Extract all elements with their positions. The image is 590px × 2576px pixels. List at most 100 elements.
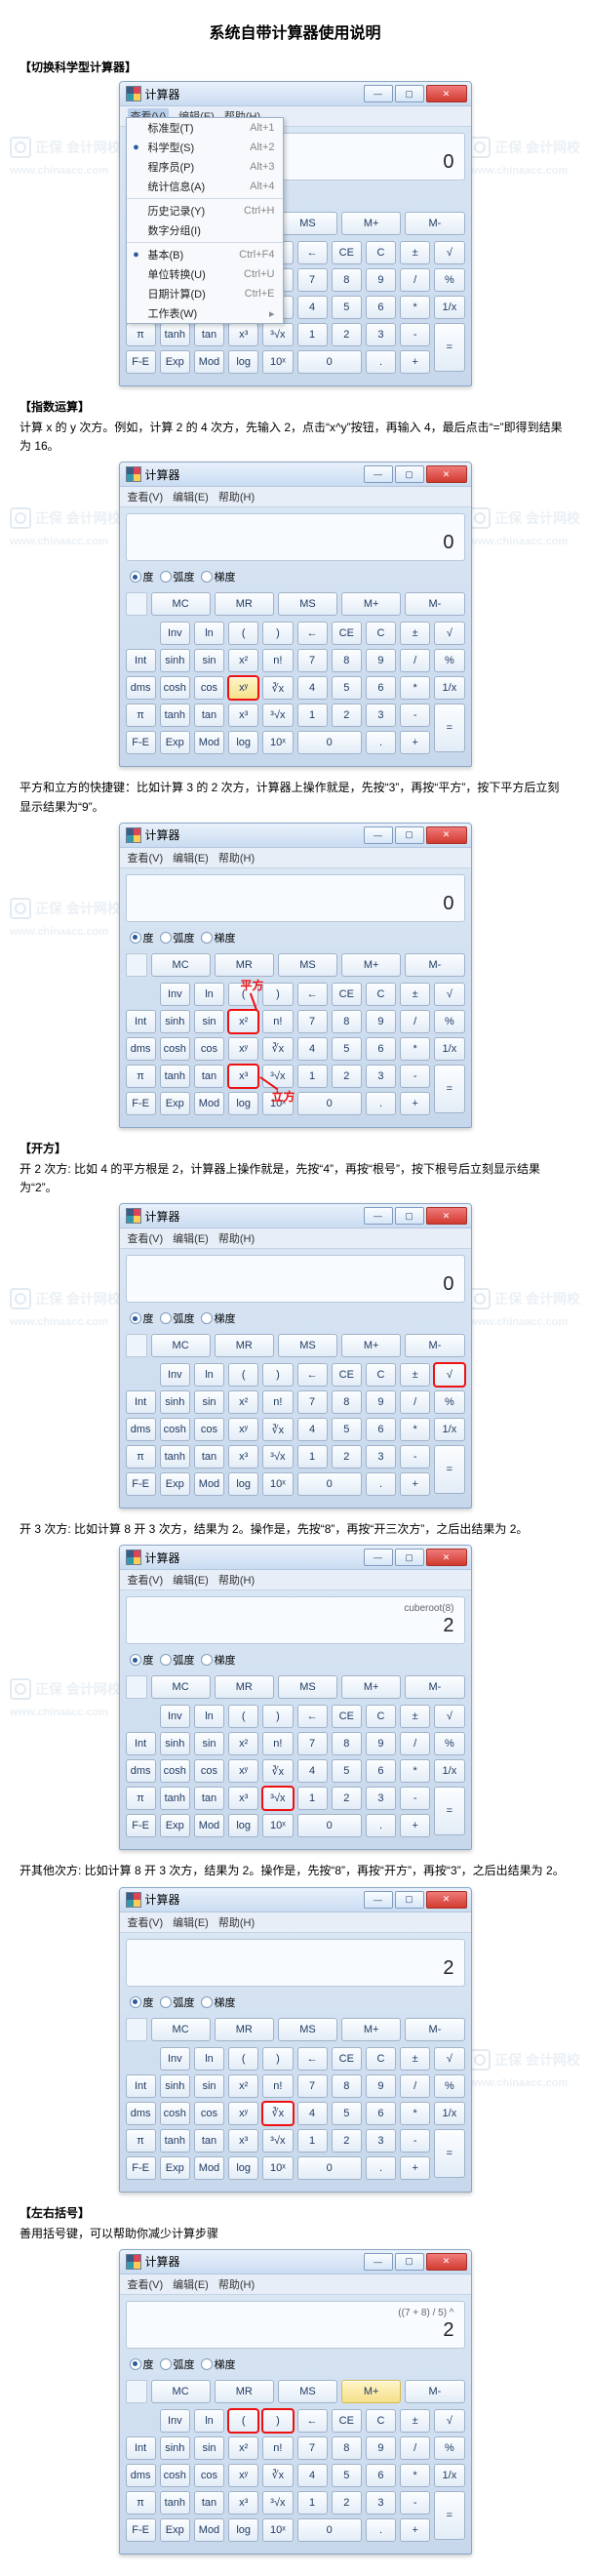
angle-deg[interactable]: 度 [130, 569, 154, 584]
mem-mplus[interactable]: M+ [341, 212, 401, 235]
key-dms[interactable]: dms [126, 676, 156, 700]
key-9[interactable]: 9 [366, 2436, 396, 2460]
key-[interactable]: ← [297, 1705, 328, 1728]
angle-rad[interactable]: 弧度 [160, 1652, 195, 1668]
menu-help[interactable]: 帮助(H) [218, 2276, 255, 2292]
key-[interactable]: % [434, 2074, 464, 2098]
key-[interactable]: = [434, 704, 464, 752]
key-x[interactable]: x³ [228, 1787, 258, 1810]
close-button[interactable]: ✕ [426, 1891, 467, 1909]
key-[interactable]: ) [262, 622, 293, 645]
key-dms[interactable]: dms [126, 2102, 156, 2125]
minimize-button[interactable]: — [364, 465, 393, 483]
key-dms[interactable]: dms [126, 1759, 156, 1783]
key-x[interactable]: x³ [228, 323, 258, 346]
angle-deg[interactable]: 度 [130, 1310, 154, 1326]
key-inv[interactable]: Inv [160, 983, 190, 1006]
key-5[interactable]: 5 [332, 2102, 362, 2125]
key-[interactable]: % [434, 2436, 464, 2460]
key-dms[interactable]: dms [126, 1037, 156, 1061]
key-5[interactable]: 5 [332, 1418, 362, 1441]
menu-item[interactable]: 历史记录(Y)Ctrl+H [127, 201, 283, 221]
key-3[interactable]: 3 [366, 1065, 396, 1088]
key-mod[interactable]: Mod [194, 1814, 224, 1837]
key-[interactable]: . [366, 1814, 396, 1837]
key-[interactable]: / [400, 1732, 430, 1755]
menu-help[interactable]: 帮助(H) [218, 489, 255, 504]
menu-edit[interactable]: 编辑(E) [173, 850, 209, 865]
key-[interactable]: ← [297, 2409, 328, 2433]
minimize-button[interactable]: — [364, 85, 393, 102]
angle-grad[interactable]: 梯度 [201, 1652, 236, 1668]
key-[interactable]: = [434, 2491, 464, 2540]
key-6[interactable]: 6 [366, 676, 396, 700]
key-2[interactable]: 2 [332, 1065, 362, 1088]
key-n[interactable]: n! [262, 649, 293, 672]
key-tanh[interactable]: tanh [160, 2491, 190, 2515]
key-[interactable]: √ [434, 1705, 464, 1728]
key-n[interactable]: n! [262, 1010, 293, 1033]
key-exp[interactable]: Exp [160, 1472, 190, 1496]
key-8[interactable]: 8 [332, 2074, 362, 2098]
key-[interactable]: ± [400, 983, 430, 1006]
key-log[interactable]: log [228, 350, 258, 374]
key-6[interactable]: 6 [366, 296, 396, 319]
key-x[interactable]: ∛x [262, 2464, 293, 2487]
key-4[interactable]: 4 [297, 676, 328, 700]
key-x[interactable]: ³√x [262, 2491, 293, 2515]
key-cos[interactable]: cos [194, 676, 224, 700]
key-log[interactable]: log [228, 1472, 258, 1496]
key-0[interactable]: 0 [297, 2518, 362, 2542]
key-3[interactable]: 3 [366, 2129, 396, 2153]
key-[interactable]: π [126, 1787, 156, 1810]
key-[interactable]: . [366, 2518, 396, 2542]
menu-help[interactable]: 帮助(H) [218, 850, 255, 865]
key-[interactable]: √ [434, 622, 464, 645]
maximize-button[interactable]: ▢ [395, 85, 424, 102]
key-[interactable]: = [434, 323, 464, 372]
angle-deg[interactable]: 度 [130, 2356, 154, 2372]
key-int[interactable]: Int [126, 1390, 156, 1414]
key-sin[interactable]: sin [194, 1390, 224, 1414]
key-1x[interactable]: 1/x [434, 676, 464, 700]
key-x[interactable]: ∛x [262, 2102, 293, 2125]
key-sinh[interactable]: sinh [160, 1732, 190, 1755]
key-[interactable]: ) [262, 2409, 293, 2433]
key-[interactable]: ( [228, 983, 258, 1006]
menu-view[interactable]: 查看(V) [128, 2276, 164, 2292]
key-1x[interactable]: 1/x [434, 1037, 464, 1061]
minimize-button[interactable]: — [364, 826, 393, 844]
mem-mc[interactable]: MC [151, 592, 211, 616]
angle-rad[interactable]: 弧度 [160, 1994, 195, 2010]
key-2[interactable]: 2 [332, 1787, 362, 1810]
minimize-button[interactable]: — [364, 2253, 393, 2271]
key-9[interactable]: 9 [366, 2074, 396, 2098]
key-tan[interactable]: tan [194, 2129, 224, 2153]
key-ce[interactable]: CE [332, 2047, 362, 2071]
key-fe[interactable]: F-E [126, 1472, 156, 1496]
key-[interactable]: . [366, 731, 396, 754]
key-[interactable]: ± [400, 2047, 430, 2071]
key-sin[interactable]: sin [194, 649, 224, 672]
key-tan[interactable]: tan [194, 2491, 224, 2515]
key-[interactable]: / [400, 649, 430, 672]
key-[interactable]: √ [434, 241, 464, 264]
key-1[interactable]: 1 [297, 704, 328, 727]
key-exp[interactable]: Exp [160, 1814, 190, 1837]
key-[interactable]: + [400, 2156, 430, 2180]
key-ce[interactable]: CE [332, 241, 362, 264]
key-ce[interactable]: CE [332, 1705, 362, 1728]
key-[interactable]: ← [297, 2047, 328, 2071]
key-1x[interactable]: 1/x [434, 2464, 464, 2487]
key-[interactable]: + [400, 1814, 430, 1837]
key-tanh[interactable]: tanh [160, 2129, 190, 2153]
key-10[interactable]: 10ˣ [262, 350, 293, 374]
mem-mr[interactable]: MR [215, 2018, 274, 2041]
key-7[interactable]: 7 [297, 268, 328, 292]
mem-mminus[interactable]: M- [405, 1675, 464, 1699]
mem-ms[interactable]: MS [278, 2018, 337, 2041]
key-tan[interactable]: tan [194, 323, 224, 346]
key-1x[interactable]: 1/x [434, 1759, 464, 1783]
mem-mc[interactable]: MC [151, 2018, 211, 2041]
key-c[interactable]: C [366, 2409, 396, 2433]
